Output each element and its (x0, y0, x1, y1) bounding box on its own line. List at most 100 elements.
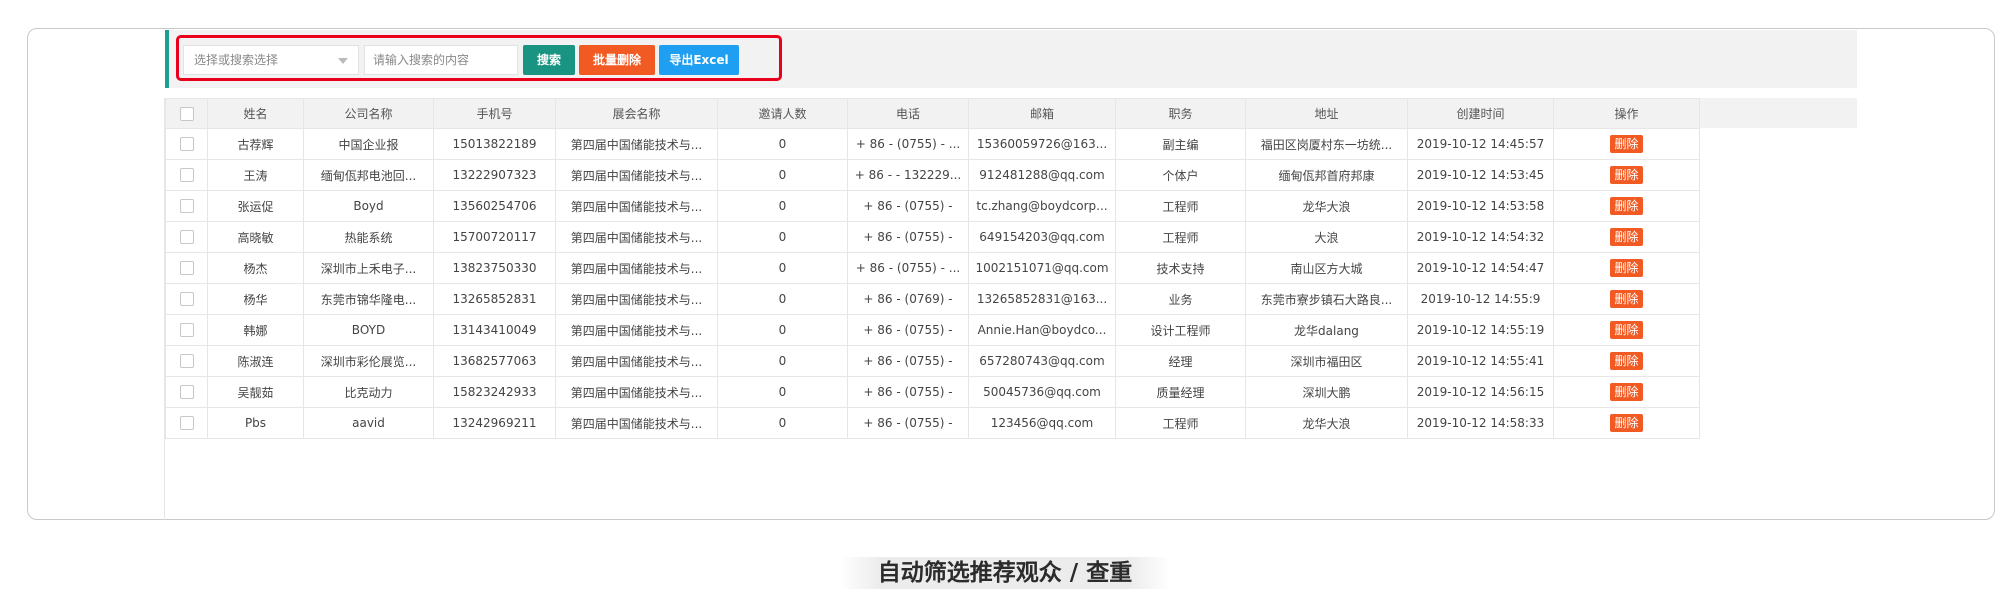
cell-actions: 删除 (1553, 345, 1700, 377)
row-checkbox[interactable] (179, 385, 194, 400)
cell-actions: 删除 (1553, 190, 1700, 222)
row-checkbox[interactable] (179, 292, 194, 307)
select-all-cell[interactable] (165, 98, 208, 129)
cell-title: 个体户 (1115, 159, 1246, 191)
cell-actions: 删除 (1553, 407, 1700, 439)
row-select-cell[interactable] (165, 376, 208, 408)
row-select-cell[interactable] (165, 159, 208, 191)
cell-company: BOYD (303, 314, 434, 346)
cell-phone: + 86 - (0755) - (847, 190, 969, 222)
cell-actions: 删除 (1553, 252, 1700, 284)
cell-name: 张运促 (207, 190, 304, 222)
cell-company: 深圳市上禾电子... (303, 252, 434, 284)
toolbar-highlight-frame (176, 35, 782, 81)
row-delete-button[interactable]: 删除 (1610, 259, 1643, 277)
row-delete-button[interactable]: 删除 (1610, 414, 1643, 432)
cell-address: 大浪 (1245, 221, 1408, 253)
cell-expo: 第四届中国储能技术与... (555, 283, 718, 315)
cell-phone: + 86 - (0769) - (847, 283, 969, 315)
cell-title: 经理 (1115, 345, 1246, 377)
row-delete-button[interactable]: 删除 (1610, 352, 1643, 370)
cell-invites: 0 (717, 190, 848, 222)
column-header-created: 创建时间 (1407, 98, 1554, 129)
row-checkbox[interactable] (179, 199, 194, 214)
table-row[interactable]: 韩娜 BOYD 13143410049 第四届中国储能技术与... 0 + 86 - (0… (165, 314, 1700, 346)
row-checkbox[interactable] (179, 354, 194, 369)
table-row[interactable]: 古荐辉 中国企业报 15013822189 第四届中国储能技术与... 0 + 86 - … (165, 128, 1700, 160)
cell-address: 福田区岗厦村东一坊统... (1245, 128, 1408, 160)
cell-phone: + 86 - (0755) - (847, 345, 969, 377)
row-checkbox[interactable] (179, 416, 194, 431)
row-select-cell[interactable] (165, 190, 208, 222)
cell-email: Annie.Han@boydco... (968, 314, 1116, 346)
cell-address: 深圳市福田区 (1245, 345, 1408, 377)
column-header-actions: 操作 (1553, 98, 1700, 129)
cell-phone: + 86 - - 132229... (847, 159, 969, 191)
row-select-cell[interactable] (165, 252, 208, 284)
cell-expo: 第四届中国储能技术与... (555, 376, 718, 408)
cell-name: 高晓敏 (207, 221, 304, 253)
select-all-checkbox[interactable] (179, 106, 194, 121)
row-checkbox[interactable] (179, 261, 194, 276)
visitor-table: 姓名 公司名称 手机号 展会名称 邀请人数 电话 邮箱 职务 地址 创建时间 操… (165, 98, 1700, 439)
cell-mobile: 15013822189 (433, 128, 556, 160)
row-select-cell[interactable] (165, 128, 208, 160)
row-delete-button[interactable]: 删除 (1610, 321, 1643, 339)
cell-created: 2019-10-12 14:54:32 (1407, 221, 1554, 253)
cell-mobile: 13265852831 (433, 283, 556, 315)
cell-title: 业务 (1115, 283, 1246, 315)
table-row[interactable]: 王涛 缅甸佤邦电池回... 13222907323 第四届中国储能技术与... 0 + 8… (165, 159, 1700, 191)
cell-invites: 0 (717, 376, 848, 408)
cell-expo: 第四届中国储能技术与... (555, 190, 718, 222)
cell-title: 副主编 (1115, 128, 1246, 160)
cell-email: 657280743@qq.com (968, 345, 1116, 377)
cell-mobile: 13222907323 (433, 159, 556, 191)
row-delete-button[interactable]: 删除 (1610, 197, 1643, 215)
cell-name: 杨杰 (207, 252, 304, 284)
row-select-cell[interactable] (165, 407, 208, 439)
cell-created: 2019-10-12 14:55:19 (1407, 314, 1554, 346)
cell-company: aavid (303, 407, 434, 439)
cell-mobile: 15823242933 (433, 376, 556, 408)
cell-created: 2019-10-12 14:53:58 (1407, 190, 1554, 222)
row-checkbox[interactable] (179, 168, 194, 183)
cell-address: 深圳大鹏 (1245, 376, 1408, 408)
cell-actions: 删除 (1553, 283, 1700, 315)
cell-mobile: 15700720117 (433, 221, 556, 253)
row-checkbox[interactable] (179, 230, 194, 245)
cell-company: Boyd (303, 190, 434, 222)
cell-phone: + 86 - (0755) - ... (847, 252, 969, 284)
cell-actions: 删除 (1553, 221, 1700, 253)
table-row[interactable]: 张运促 Boyd 13560254706 第四届中国储能技术与... 0 + 86 - (… (165, 190, 1700, 222)
cell-title: 工程师 (1115, 407, 1246, 439)
cell-invites: 0 (717, 314, 848, 346)
row-select-cell[interactable] (165, 221, 208, 253)
table-row[interactable]: 杨杰 深圳市上禾电子... 13823750330 第四届中国储能技术与... 0 + 8… (165, 252, 1700, 284)
cell-name: 陈淑连 (207, 345, 304, 377)
row-delete-button[interactable]: 删除 (1610, 166, 1643, 184)
row-delete-button[interactable]: 删除 (1610, 228, 1643, 246)
row-delete-button[interactable]: 删除 (1610, 135, 1643, 153)
row-checkbox[interactable] (179, 137, 194, 152)
table-row[interactable]: 吴靓茹 比克动力 15823242933 第四届中国储能技术与... 0 + 86 - (… (165, 376, 1700, 408)
table-row[interactable]: Pbs aavid 13242969211 第四届中国储能技术与... 0 + 86 - … (165, 407, 1700, 439)
cell-company: 深圳市彩伦展览... (303, 345, 434, 377)
row-checkbox[interactable] (179, 323, 194, 338)
cell-invites: 0 (717, 252, 848, 284)
cell-address: 南山区方大城 (1245, 252, 1408, 284)
cell-name: 杨华 (207, 283, 304, 315)
row-select-cell[interactable] (165, 345, 208, 377)
cell-created: 2019-10-12 14:45:57 (1407, 128, 1554, 160)
table-row[interactable]: 陈淑连 深圳市彩伦展览... 13682577063 第四届中国储能技术与... 0 + … (165, 345, 1700, 377)
row-select-cell[interactable] (165, 283, 208, 315)
table-row[interactable]: 高晓敏 热能系统 15700720117 第四届中国储能技术与... 0 + 86 - (… (165, 221, 1700, 253)
cell-phone: + 86 - (0755) - ... (847, 128, 969, 160)
cell-title: 质量经理 (1115, 376, 1246, 408)
table-body: 古荐辉 中国企业报 15013822189 第四届中国储能技术与... 0 + 86 - … (165, 128, 1700, 439)
row-select-cell[interactable] (165, 314, 208, 346)
cell-mobile: 13143410049 (433, 314, 556, 346)
column-header-title: 职务 (1115, 98, 1246, 129)
row-delete-button[interactable]: 删除 (1610, 383, 1643, 401)
table-row[interactable]: 杨华 东莞市锦华隆电... 13265852831 第四届中国储能技术与... 0 + 8… (165, 283, 1700, 315)
row-delete-button[interactable]: 删除 (1610, 290, 1643, 308)
